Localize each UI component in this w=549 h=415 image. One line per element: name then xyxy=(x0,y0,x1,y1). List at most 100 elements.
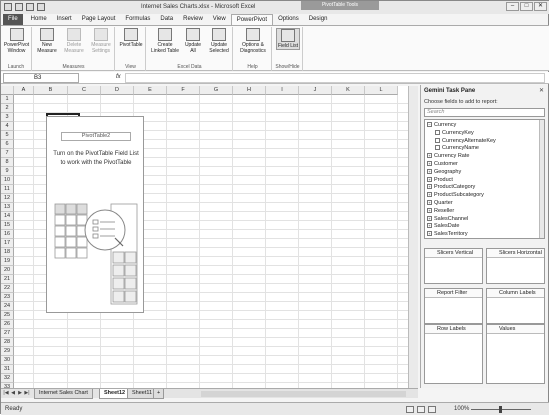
row-header[interactable]: 26 xyxy=(1,320,14,329)
row-labels-zone[interactable]: Row Labels xyxy=(424,324,483,384)
field-checkbox[interactable] xyxy=(435,145,440,151)
close-button[interactable]: ✕ xyxy=(534,2,547,11)
tab-formulas[interactable]: Formulas xyxy=(120,14,155,25)
excel-logo-icon[interactable] xyxy=(4,3,12,11)
row-header[interactable]: 19 xyxy=(1,257,14,266)
field-item[interactable]: − Currency xyxy=(427,121,456,129)
row-header[interactable]: 17 xyxy=(1,239,14,248)
column-header[interactable]: E xyxy=(134,86,167,95)
field-item[interactable]: + ProductSubcategory xyxy=(427,191,484,199)
worksheet-grid[interactable]: A B C D E F G H I J K L 1 2 3 4 5 6 7 8 9 10 11 12 13 14 15 16 17 18 1… xyxy=(1,86,418,388)
row-header[interactable]: 31 xyxy=(1,365,14,374)
expand-icon[interactable]: + xyxy=(427,223,432,229)
vertical-scrollbar[interactable] xyxy=(408,86,418,388)
first-sheet-icon[interactable]: |◀ xyxy=(3,390,9,397)
row-header[interactable]: 1 xyxy=(1,95,14,104)
field-item[interactable]: CurrencyKey xyxy=(435,129,474,137)
row-header[interactable]: 8 xyxy=(1,158,14,167)
create-linked-table-button[interactable]: Create Linked Table xyxy=(150,28,180,54)
field-list-button[interactable]: Field List xyxy=(276,28,300,50)
select-all-corner[interactable] xyxy=(1,86,14,95)
column-header[interactable]: H xyxy=(233,86,266,95)
field-item[interactable]: + ProductCategory xyxy=(427,183,475,191)
field-item[interactable]: CurrencyAlternateKey xyxy=(435,137,496,145)
row-header[interactable]: 12 xyxy=(1,194,14,203)
tab-home[interactable]: Home xyxy=(26,14,52,25)
expand-icon[interactable]: + xyxy=(427,207,432,213)
formula-input[interactable] xyxy=(125,73,545,83)
row-header[interactable]: 18 xyxy=(1,248,14,257)
expand-icon[interactable]: + xyxy=(427,168,432,174)
page-layout-view-icon[interactable] xyxy=(417,406,425,413)
field-item[interactable]: + Geography xyxy=(427,168,461,176)
row-header[interactable]: 32 xyxy=(1,374,14,383)
column-header[interactable]: G xyxy=(200,86,233,95)
minimize-button[interactable]: – xyxy=(506,2,519,11)
tab-insert[interactable]: Insert xyxy=(52,14,77,25)
update-selected-button[interactable]: Update Selected xyxy=(206,28,232,54)
tab-review[interactable]: Review xyxy=(178,14,208,25)
row-header[interactable]: 5 xyxy=(1,131,14,140)
tab-file[interactable]: File xyxy=(3,14,23,25)
field-search-input[interactable]: Search xyxy=(424,108,545,117)
normal-view-icon[interactable] xyxy=(406,406,414,413)
row-header[interactable]: 23 xyxy=(1,293,14,302)
insert-sheet-icon[interactable]: + xyxy=(153,389,165,399)
field-item[interactable]: + Quarter xyxy=(427,199,453,207)
undo-icon[interactable] xyxy=(26,3,34,11)
row-header[interactable]: 20 xyxy=(1,266,14,275)
tab-options[interactable]: Options xyxy=(273,14,304,25)
row-header[interactable]: 11 xyxy=(1,185,14,194)
column-header[interactable]: A xyxy=(14,86,34,95)
row-header[interactable]: 24 xyxy=(1,302,14,311)
column-header[interactable]: I xyxy=(266,86,299,95)
fx-icon[interactable]: fx xyxy=(116,74,121,80)
row-header[interactable]: 21 xyxy=(1,275,14,284)
column-header[interactable]: K xyxy=(332,86,365,95)
column-header[interactable]: B xyxy=(34,86,68,95)
column-header[interactable]: D xyxy=(101,86,134,95)
field-item[interactable]: + Reseller xyxy=(427,207,454,215)
expand-icon[interactable]: + xyxy=(427,215,432,221)
field-item[interactable]: + SalesDate xyxy=(427,222,459,230)
column-header[interactable]: C xyxy=(68,86,101,95)
zoom-slider-thumb[interactable] xyxy=(499,406,502,413)
collapse-icon[interactable]: − xyxy=(427,122,432,128)
name-box[interactable]: B3 xyxy=(3,73,79,83)
field-checkbox[interactable] xyxy=(435,129,440,135)
column-header[interactable]: L xyxy=(365,86,398,95)
row-header[interactable]: 10 xyxy=(1,176,14,185)
row-header[interactable]: 28 xyxy=(1,338,14,347)
tab-design[interactable]: Design xyxy=(304,14,333,25)
tab-data[interactable]: Data xyxy=(155,14,178,25)
horizontal-scrollbar[interactable] xyxy=(201,391,406,397)
field-list-scrollbar[interactable] xyxy=(539,120,544,238)
expand-icon[interactable]: + xyxy=(427,176,432,182)
last-sheet-icon[interactable]: ▶| xyxy=(24,390,30,397)
row-header[interactable]: 4 xyxy=(1,122,14,131)
slicers-vertical-zone[interactable]: Slicers Vertical xyxy=(424,248,483,284)
field-item[interactable]: + Product xyxy=(427,176,453,184)
slicers-horizontal-zone[interactable]: Slicers Horizontal xyxy=(486,248,545,284)
row-header[interactable]: 6 xyxy=(1,140,14,149)
save-icon[interactable] xyxy=(15,3,23,11)
row-header[interactable]: 2 xyxy=(1,104,14,113)
sheet-tab-sheet12[interactable]: Sheet12 xyxy=(99,389,131,399)
field-item[interactable]: + Currency Rate xyxy=(427,152,469,160)
expand-icon[interactable]: + xyxy=(427,200,432,206)
row-header[interactable]: 3 xyxy=(1,113,14,122)
tab-page-layout[interactable]: Page Layout xyxy=(77,14,121,25)
column-header[interactable]: F xyxy=(167,86,200,95)
row-header[interactable]: 30 xyxy=(1,356,14,365)
field-checkbox[interactable] xyxy=(435,137,440,143)
new-measure-button[interactable]: New Measure xyxy=(35,28,59,54)
measure-settings-button[interactable]: Measure Settings xyxy=(88,28,114,54)
values-zone[interactable]: Σ Values xyxy=(486,324,545,384)
redo-icon[interactable] xyxy=(37,3,45,11)
row-header[interactable]: 16 xyxy=(1,230,14,239)
row-header[interactable]: 27 xyxy=(1,329,14,338)
row-header[interactable]: 14 xyxy=(1,212,14,221)
row-header[interactable]: 15 xyxy=(1,221,14,230)
expand-icon[interactable]: + xyxy=(427,161,432,167)
prev-sheet-icon[interactable]: ◀ xyxy=(10,390,16,397)
